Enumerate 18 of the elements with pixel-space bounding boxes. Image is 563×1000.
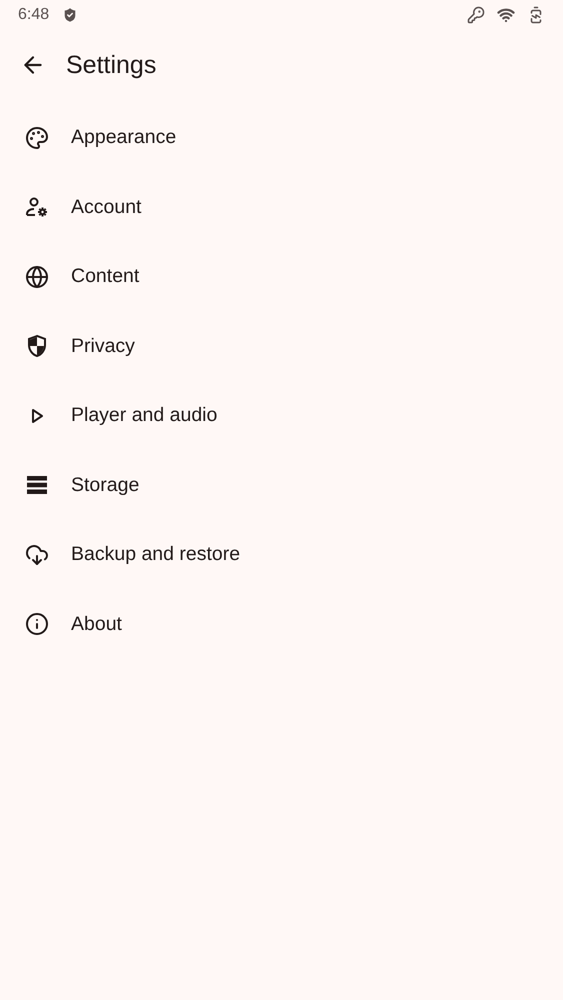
settings-item[interactable]: Appearance [71,126,176,150]
wifi-icon [497,6,515,24]
settings-item[interactable]: Player and audio [71,404,218,428]
user-gear-icon [25,195,49,220]
info-icon [25,612,49,636]
shield-icon [25,334,49,358]
page-title: Settings [66,50,156,80]
settings-item[interactable]: About [71,612,122,636]
palette-icon [25,126,49,150]
globe-icon [25,264,49,289]
settings-item[interactable]: Account [71,196,142,219]
settings-item[interactable]: Backup and restore [71,543,240,566]
status-time: 6:48 [18,6,50,24]
vpn-key-icon [467,6,485,24]
cloud-download-icon [25,542,49,567]
settings-item[interactable]: Storage [71,474,140,497]
settings-item[interactable]: Privacy [71,334,135,358]
settings-item[interactable]: Content [71,265,140,288]
